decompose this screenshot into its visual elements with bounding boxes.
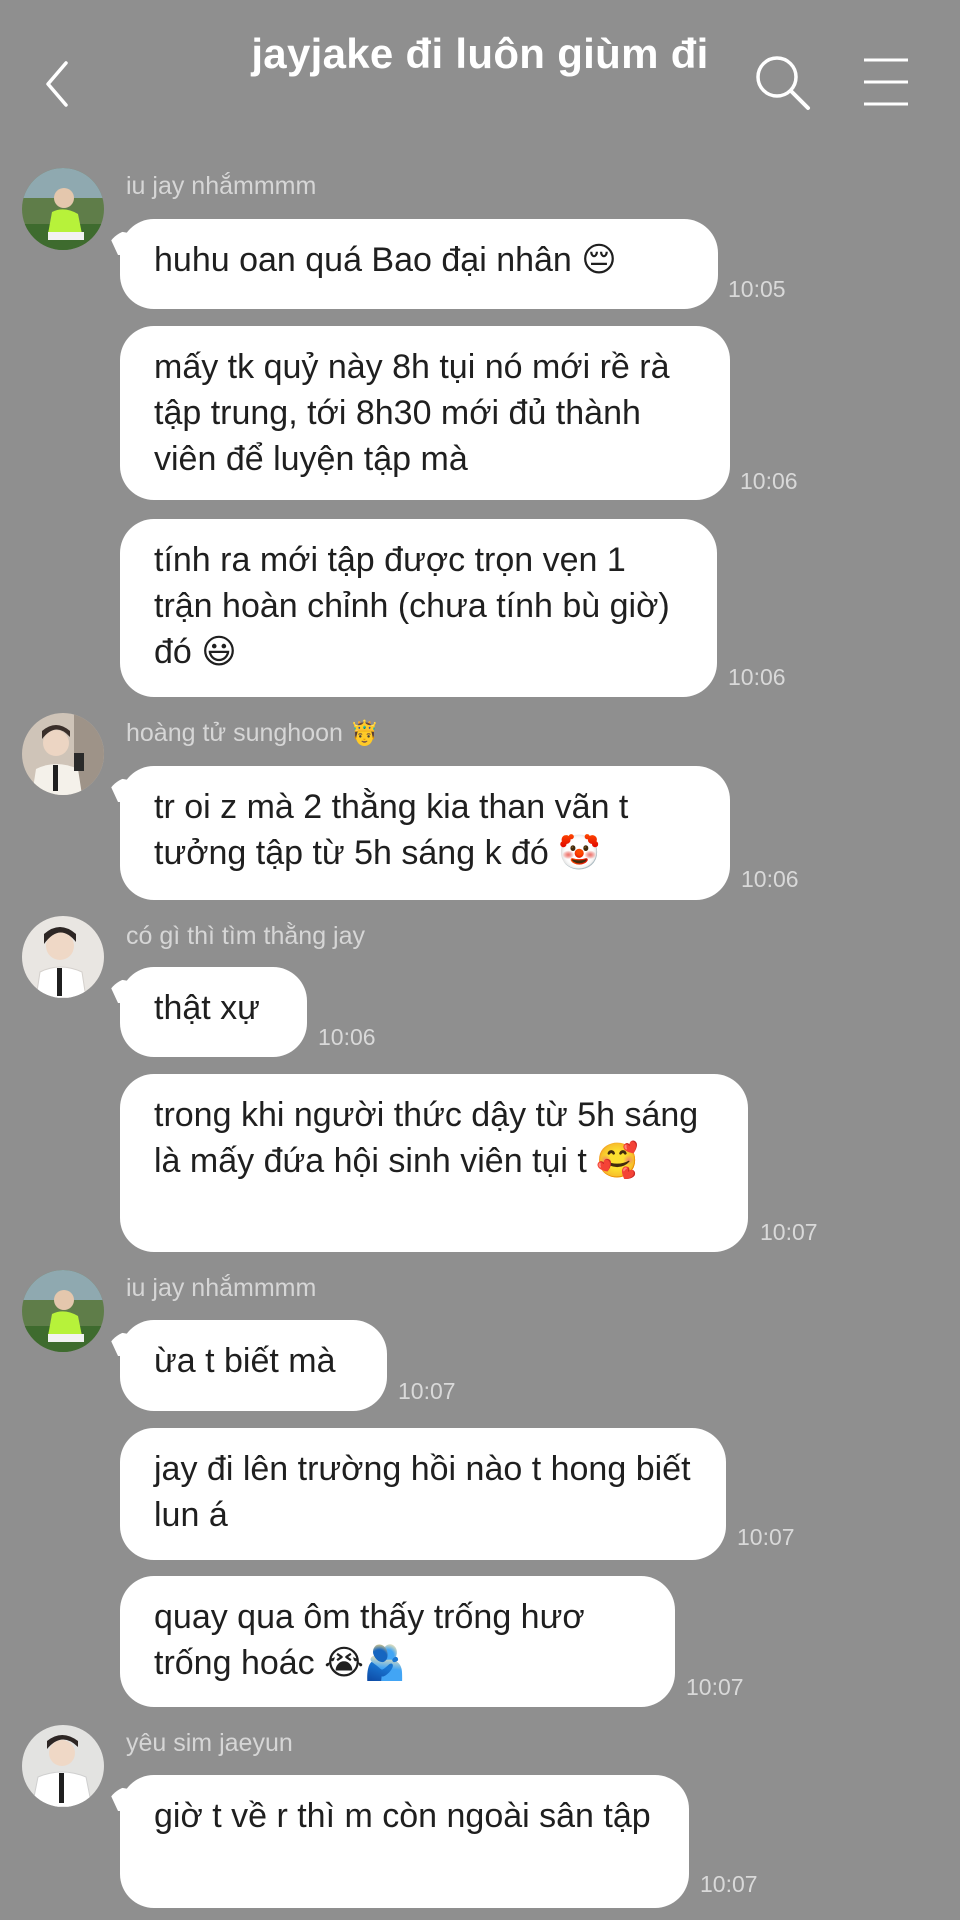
message-text: trong khi người thức dậy từ 5h sáng là m… bbox=[154, 1096, 699, 1180]
search-icon bbox=[756, 56, 810, 110]
message-time: 10:07 bbox=[760, 1219, 818, 1245]
message-text: thật xự bbox=[154, 989, 260, 1027]
message-time: 10:07 bbox=[398, 1378, 456, 1404]
message-bubble[interactable]: jay đi lên trường hồi nào t hong biết lu… bbox=[120, 1428, 726, 1560]
message-bubble[interactable]: tính ra mới tập được trọn vẹn 1 trận hoà… bbox=[120, 519, 717, 697]
sender-name: yêu sim jaeyun bbox=[126, 1729, 293, 1757]
search-button[interactable] bbox=[752, 52, 814, 114]
message-text: tr oi z mà 2 thằng kia than vãn t tưởng … bbox=[154, 788, 629, 872]
message-bubble[interactable]: giờ t về r thì m còn ngoài sân tập bbox=[120, 1775, 689, 1908]
message-time: 10:07 bbox=[686, 1674, 744, 1700]
chat-header: jayjake đi luôn giùm đi bbox=[0, 0, 960, 150]
avatar[interactable] bbox=[22, 916, 104, 998]
message-text: quay qua ôm thấy trống hươ trống hoác 😭🫂 bbox=[154, 1598, 585, 1682]
message-bubble[interactable]: tr oi z mà 2 thằng kia than vãn t tưởng … bbox=[120, 766, 730, 900]
hamburger-menu-icon bbox=[864, 58, 908, 106]
message-text: ừa t biết mà bbox=[154, 1342, 336, 1380]
message-bubble[interactable]: ừa t biết mà bbox=[120, 1320, 387, 1411]
avatar[interactable] bbox=[22, 1725, 104, 1807]
message-text: mấy tk quỷ này 8h tụi nó mới rề rà tập t… bbox=[154, 348, 670, 478]
message-time: 10:06 bbox=[741, 866, 799, 892]
sender-name: hoàng tử sunghoon 🤴 bbox=[126, 719, 380, 747]
message-bubble[interactable]: mấy tk quỷ này 8h tụi nó mới rề rà tập t… bbox=[120, 326, 730, 500]
message-text: huhu oan quá Bao đại nhân 😔 bbox=[154, 241, 617, 279]
sender-name: iu jay nhắmmmm bbox=[126, 172, 317, 200]
message-time: 10:07 bbox=[700, 1871, 758, 1897]
message-bubble[interactable]: huhu oan quá Bao đại nhân 😔 bbox=[120, 219, 718, 309]
avatar-photo-icon bbox=[22, 713, 104, 795]
message-text: giờ t về r thì m còn ngoài sân tập bbox=[154, 1797, 651, 1835]
avatar-photo-icon bbox=[22, 916, 104, 998]
chevron-left-icon bbox=[46, 61, 68, 107]
sender-name: iu jay nhắmmmm bbox=[126, 1274, 317, 1302]
message-time: 10:06 bbox=[318, 1024, 376, 1050]
message-bubble[interactable]: thật xự bbox=[120, 967, 307, 1057]
chat-title: jayjake đi luôn giùm đi bbox=[251, 30, 709, 77]
back-button[interactable] bbox=[32, 52, 82, 116]
message-time: 10:06 bbox=[728, 664, 786, 690]
avatar-photo-icon bbox=[22, 1270, 104, 1352]
message-time: 10:07 bbox=[737, 1524, 795, 1550]
message-text: tính ra mới tập được trọn vẹn 1 trận hoà… bbox=[154, 541, 670, 671]
message-time: 10:05 bbox=[728, 276, 786, 302]
message-text: jay đi lên trường hồi nào t hong biết lu… bbox=[154, 1450, 691, 1534]
avatar[interactable] bbox=[22, 1270, 104, 1352]
message-bubble[interactable]: quay qua ôm thấy trống hươ trống hoác 😭🫂 bbox=[120, 1576, 675, 1707]
menu-button[interactable] bbox=[858, 54, 914, 110]
message-time: 10:06 bbox=[740, 468, 798, 494]
avatar[interactable] bbox=[22, 713, 104, 795]
avatar-photo-icon bbox=[22, 1725, 104, 1807]
avatar[interactable] bbox=[22, 168, 104, 250]
sender-name: có gì thì tìm thằng jay bbox=[126, 922, 366, 950]
prince-emoji-icon: 🤴 bbox=[349, 720, 380, 747]
avatar-photo-icon bbox=[22, 168, 104, 250]
message-bubble[interactable]: trong khi người thức dậy từ 5h sáng là m… bbox=[120, 1074, 748, 1252]
